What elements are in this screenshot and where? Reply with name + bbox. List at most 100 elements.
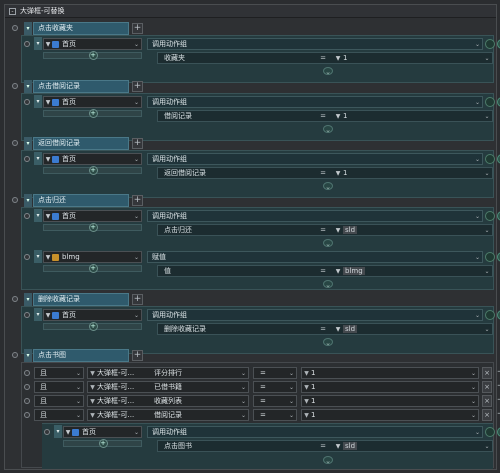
add-group-button[interactable]: +	[132, 195, 143, 206]
group-label[interactable]: 点击收藏夹	[33, 22, 129, 35]
logic-select[interactable]: 且 ⌄	[34, 409, 84, 421]
target-select[interactable]: ▼ 首页 ⌄	[43, 210, 142, 222]
condition-value[interactable]: ▼ 1 ⌄	[301, 367, 479, 379]
group-collapse-icon[interactable]: ▾	[24, 293, 32, 306]
param-value[interactable]: sld	[343, 226, 358, 234]
group-label[interactable]: 点击归还	[33, 194, 129, 207]
action-select[interactable]: 赋值 ⌄	[147, 251, 483, 263]
logic-select[interactable]: 且 ⌄	[34, 381, 84, 393]
delete-icon[interactable]: ×	[482, 409, 492, 421]
add-icon[interactable]: +	[88, 166, 98, 175]
group-handle-icon[interactable]	[12, 83, 18, 89]
row-handle-icon[interactable]	[24, 99, 30, 105]
expand-down-icon[interactable]: ⌄	[323, 125, 333, 134]
toggle-icon[interactable]	[485, 211, 495, 221]
param-row[interactable]: 值 = ▼ blmg ⌄	[157, 265, 493, 277]
row-handle-icon[interactable]	[44, 429, 50, 435]
add-group-button[interactable]: +	[132, 138, 143, 149]
group-handle-icon[interactable]	[12, 352, 18, 358]
toggle-icon[interactable]	[485, 97, 495, 107]
operator-select[interactable]: = ⌄	[253, 367, 297, 379]
row-collapse-icon[interactable]: ▾	[34, 95, 42, 108]
action-select[interactable]: 调用动作组 ⌄	[147, 96, 483, 108]
param-row[interactable]: 删除收藏记录 = ▼ sld ⌄	[157, 323, 493, 335]
condition-target-select[interactable]: ▼ 大弹框-可... 收藏列表 ⌄	[87, 395, 249, 407]
toggle-icon[interactable]	[485, 427, 495, 437]
add-icon[interactable]: +	[88, 223, 98, 232]
param-value[interactable]: 1	[343, 169, 347, 177]
target-select[interactable]: ▼ 首页 ⌄	[63, 426, 142, 438]
group-label[interactable]: 返回借阅记录	[33, 137, 129, 150]
group-handle-icon[interactable]	[12, 140, 18, 146]
add-icon[interactable]: +	[496, 368, 500, 377]
target-select[interactable]: ▼ 首页 ⌄	[43, 153, 142, 165]
add-icon[interactable]: +	[88, 264, 98, 273]
condition-value[interactable]: ▼ 1 ⌄	[301, 409, 479, 421]
group-label[interactable]: 删除收藏记录	[33, 293, 129, 306]
condition-target-select[interactable]: ▼ 大弹框-可... 评分排行 ⌄	[87, 367, 249, 379]
group-collapse-icon[interactable]: ▾	[24, 80, 32, 93]
add-icon[interactable]: +	[88, 51, 98, 60]
expand-down-icon[interactable]: ⌄	[323, 456, 333, 465]
row-collapse-icon[interactable]: ▾	[54, 425, 62, 438]
param-row[interactable]: 点击归还 = ▼ sld ⌄	[157, 224, 493, 236]
param-value[interactable]: sld	[343, 442, 358, 450]
add-icon[interactable]: +	[88, 322, 98, 331]
add-group-button[interactable]: +	[132, 350, 143, 361]
condition-target-select[interactable]: ▼ 大弹框-可... 借阅记录 ⌄	[87, 409, 249, 421]
add-icon[interactable]: +	[98, 439, 108, 448]
toggle-icon[interactable]	[485, 39, 495, 49]
param-value[interactable]: blmg	[343, 267, 365, 275]
action-select[interactable]: 调用动作组 ⌄	[147, 426, 483, 438]
logic-select[interactable]: 且 ⌄	[34, 395, 84, 407]
param-row[interactable]: 收藏夹 = ▼ 1 ⌄	[157, 52, 493, 64]
condition-target-select[interactable]: ▼ 大弹框-可... 已借书籍 ⌄	[87, 381, 249, 393]
add-condition-bar[interactable]: +	[43, 51, 142, 60]
toggle-icon[interactable]	[485, 252, 495, 262]
group-handle-icon[interactable]	[12, 197, 18, 203]
group-label[interactable]: 点击借阅记录	[33, 80, 129, 93]
condition-value[interactable]: ▼ 1 ⌄	[301, 395, 479, 407]
row-collapse-icon[interactable]: ▾	[34, 250, 42, 263]
operator-select[interactable]: = ⌄	[253, 409, 297, 421]
row-handle-icon[interactable]	[24, 312, 30, 318]
expand-down-icon[interactable]: ⌄	[323, 239, 333, 248]
add-group-button[interactable]: +	[132, 81, 143, 92]
delete-icon[interactable]: ×	[482, 367, 492, 379]
param-row[interactable]: 借阅记录 = ▼ 1 ⌄	[157, 110, 493, 122]
condition-value[interactable]: ▼ 1 ⌄	[301, 381, 479, 393]
row-handle-icon[interactable]	[24, 156, 30, 162]
add-condition-bar[interactable]: +	[43, 166, 142, 175]
group-collapse-icon[interactable]: ▾	[24, 349, 32, 362]
target-select[interactable]: ▼ blmg ⌄	[43, 251, 142, 263]
action-select[interactable]: 调用动作组 ⌄	[147, 210, 483, 222]
target-select[interactable]: ▼ 首页 ⌄	[43, 309, 142, 321]
row-handle-icon[interactable]	[24, 398, 30, 404]
group-label[interactable]: 点击书图	[33, 349, 129, 362]
row-collapse-icon[interactable]: ▾	[34, 209, 42, 222]
add-icon[interactable]: +	[496, 396, 500, 405]
action-select[interactable]: 调用动作组 ⌄	[147, 153, 483, 165]
row-handle-icon[interactable]	[24, 384, 30, 390]
row-collapse-icon[interactable]: ▾	[34, 308, 42, 321]
logic-select[interactable]: 且 ⌄	[34, 367, 84, 379]
group-handle-icon[interactable]	[12, 296, 18, 302]
toggle-icon[interactable]	[485, 154, 495, 164]
expand-down-icon[interactable]: ⌄	[323, 182, 333, 191]
row-handle-icon[interactable]	[24, 41, 30, 47]
param-row[interactable]: 点击图书 = ▼ sld ⌄	[157, 440, 493, 452]
add-icon[interactable]: +	[88, 109, 98, 118]
expand-down-icon[interactable]: ⌄	[323, 67, 333, 76]
add-icon[interactable]: +	[496, 382, 500, 391]
collapse-icon[interactable]: -	[9, 7, 16, 15]
expand-down-icon[interactable]: ⌄	[323, 338, 333, 347]
param-value[interactable]: 1	[343, 54, 347, 62]
action-select[interactable]: 调用动作组 ⌄	[147, 309, 483, 321]
row-collapse-icon[interactable]: ▾	[34, 37, 42, 50]
group-collapse-icon[interactable]: ▾	[24, 137, 32, 150]
group-collapse-icon[interactable]: ▾	[24, 22, 32, 35]
param-value[interactable]: sld	[343, 325, 358, 333]
delete-icon[interactable]: ×	[482, 395, 492, 407]
add-condition-bar[interactable]: +	[43, 223, 142, 232]
param-value[interactable]: 1	[343, 112, 347, 120]
